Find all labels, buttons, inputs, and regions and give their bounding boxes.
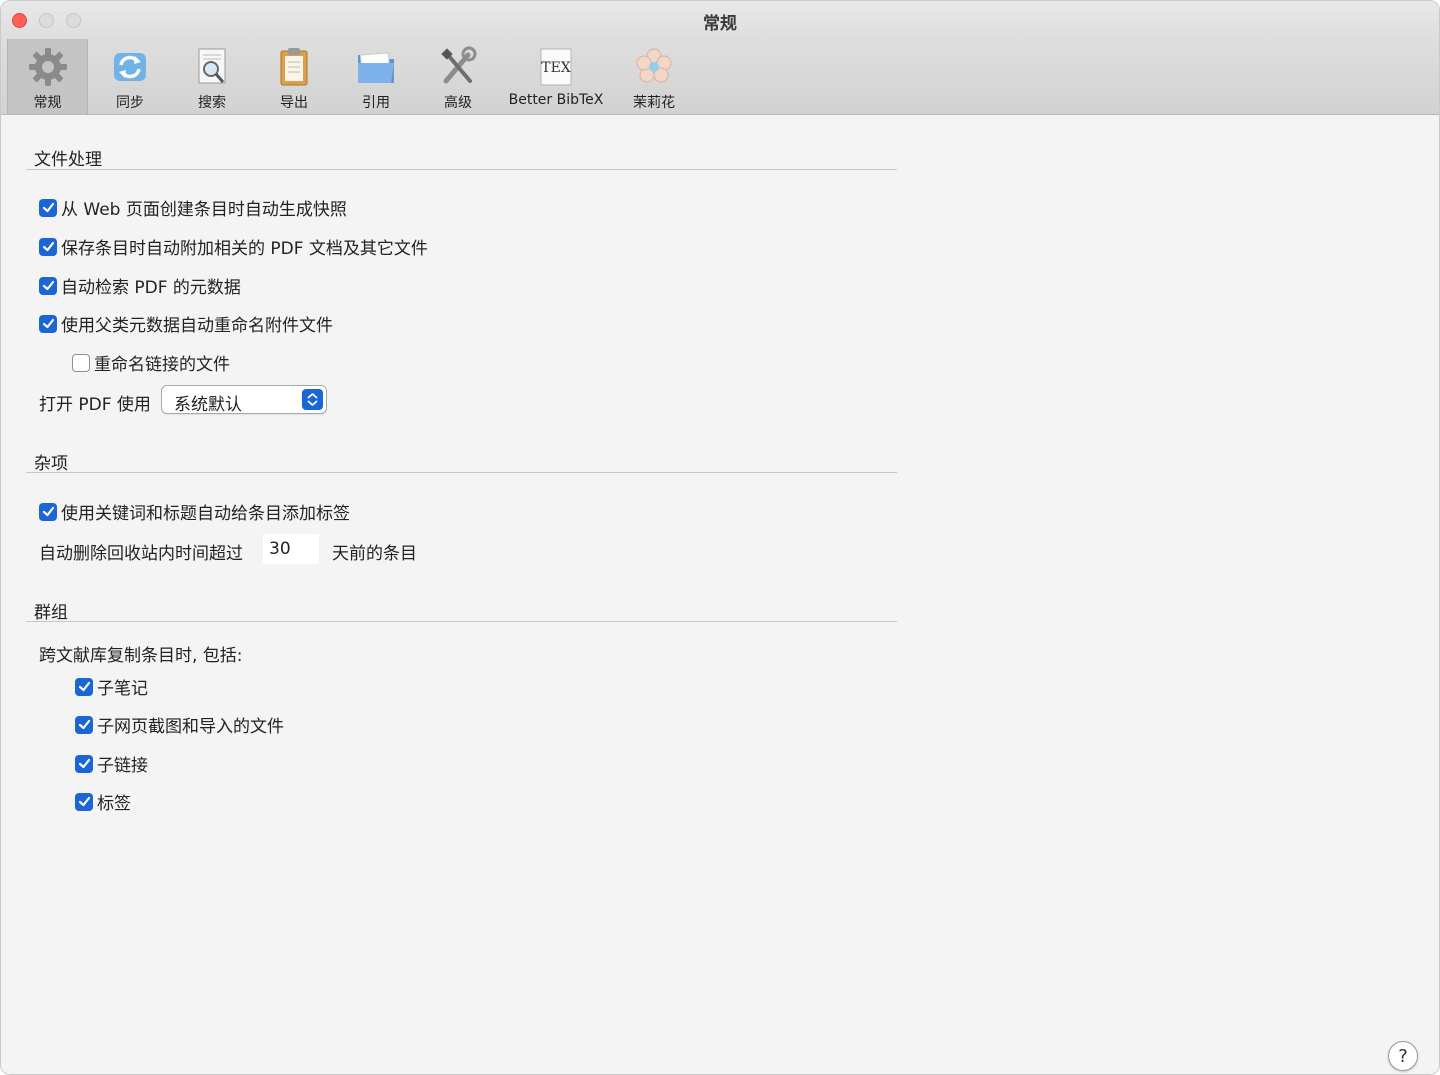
attach-files-checkbox[interactable]	[39, 237, 57, 256]
tab-better-bibtex-label: Better BibTeX	[508, 92, 604, 108]
tab-export-label: 导出	[280, 95, 308, 111]
rename-linked-option[interactable]: 重命名链接的文件	[72, 350, 230, 375]
rename-attachments-option[interactable]: 使用父类元数据自动重命名附件文件	[39, 311, 333, 336]
open-pdf-value: 系统默认	[174, 395, 242, 415]
snapshot-label: 从 Web 页面创建条目时自动生成快照	[61, 200, 347, 220]
file-handling-heading: 文件处理	[34, 150, 102, 170]
tags-option[interactable]: 标签	[75, 789, 131, 814]
groups-heading: 群组	[34, 603, 68, 623]
open-pdf-label: 打开 PDF 使用	[39, 395, 151, 415]
child-snapshots-option[interactable]: 子网页截图和导入的文件	[75, 712, 284, 737]
rename-attachments-checkbox[interactable]	[39, 314, 57, 333]
rename-attachments-label: 使用父类元数据自动重命名附件文件	[61, 316, 333, 336]
auto-tag-option[interactable]: 使用关键词和标题自动给条目添加标签	[39, 499, 350, 524]
rename-linked-label: 重命名链接的文件	[94, 355, 230, 375]
child-notes-checkbox[interactable]	[75, 677, 93, 696]
auto-tag-label: 使用关键词和标题自动给条目添加标签	[61, 504, 350, 524]
gear-icon	[28, 48, 67, 86]
tex-icon: TEX	[540, 48, 572, 86]
misc-heading: 杂项	[34, 454, 68, 474]
retrieve-metadata-checkbox[interactable]	[39, 276, 57, 295]
tab-search[interactable]: 搜索	[179, 39, 245, 114]
tab-search-label: 搜索	[198, 95, 226, 111]
tab-advanced[interactable]: 高级	[425, 39, 491, 114]
tab-cite[interactable]: 引用	[343, 39, 409, 114]
window-title: 常规	[703, 14, 737, 34]
tab-jasminum[interactable]: 茉莉花	[621, 39, 687, 114]
sync-icon	[114, 53, 146, 81]
child-links-label: 子链接	[97, 756, 148, 776]
trash-prefix-label: 自动删除回收站内时间超过	[39, 544, 243, 564]
clipboard-icon	[280, 48, 308, 86]
tab-advanced-label: 高级	[444, 95, 472, 111]
snapshot-checkbox[interactable]	[39, 198, 57, 217]
child-links-checkbox[interactable]	[75, 754, 93, 773]
copy-items-label: 跨文献库复制条目时, 包括:	[39, 646, 243, 666]
tab-general-label: 常规	[33, 95, 62, 111]
child-snapshots-checkbox[interactable]	[75, 715, 93, 734]
section-divider	[26, 169, 897, 170]
child-notes-option[interactable]: 子笔记	[75, 674, 148, 699]
tab-general[interactable]: 常规	[7, 39, 88, 114]
child-snapshots-label: 子网页截图和导入的文件	[97, 717, 284, 737]
tab-sync[interactable]: 同步	[97, 39, 163, 114]
tab-jasminum-label: 茉莉花	[633, 95, 675, 111]
retrieve-metadata-label: 自动检索 PDF 的元数据	[61, 278, 241, 298]
tags-label: 标签	[97, 794, 131, 814]
help-icon: ?	[1398, 1045, 1408, 1067]
attach-files-label: 保存条目时自动附加相关的 PDF 文档及其它文件	[61, 239, 428, 259]
auto-tag-checkbox[interactable]	[39, 502, 57, 521]
search-icon	[198, 48, 226, 84]
child-notes-label: 子笔记	[97, 679, 148, 699]
open-pdf-select[interactable]: 系统默认	[161, 385, 327, 415]
folder-icon	[358, 52, 394, 83]
section-divider	[26, 472, 897, 473]
trash-suffix-label: 天前的条目	[332, 544, 417, 564]
chevron-up-down-icon	[302, 389, 323, 410]
child-links-option[interactable]: 子链接	[75, 751, 148, 776]
retrieve-metadata-option[interactable]: 自动检索 PDF 的元数据	[39, 273, 241, 298]
flower-icon	[636, 48, 672, 83]
title-bar: 常规	[1, 1, 1439, 39]
preferences-window: 常规 常规 同步 搜索 导出 引用 高级 TEX Better BibTeX 茉…	[0, 0, 1440, 1075]
svg-text:TEX: TEX	[541, 60, 571, 76]
attach-files-option[interactable]: 保存条目时自动附加相关的 PDF 文档及其它文件	[39, 234, 428, 259]
preferences-toolbar: 常规 同步 搜索 导出 引用 高级 TEX Better BibTeX 茉莉花	[1, 39, 1439, 115]
snapshot-option[interactable]: 从 Web 页面创建条目时自动生成快照	[39, 195, 347, 220]
tab-sync-label: 同步	[116, 95, 144, 111]
tools-icon	[441, 46, 477, 84]
section-divider	[26, 621, 897, 622]
help-button[interactable]: ?	[1388, 1041, 1418, 1071]
tab-export[interactable]: 导出	[261, 39, 327, 114]
trash-days-input[interactable]	[263, 534, 319, 564]
tab-cite-label: 引用	[362, 95, 390, 111]
rename-linked-checkbox[interactable]	[72, 353, 90, 372]
tab-better-bibtex[interactable]: TEX Better BibTeX	[501, 39, 611, 114]
tags-checkbox[interactable]	[75, 792, 93, 811]
